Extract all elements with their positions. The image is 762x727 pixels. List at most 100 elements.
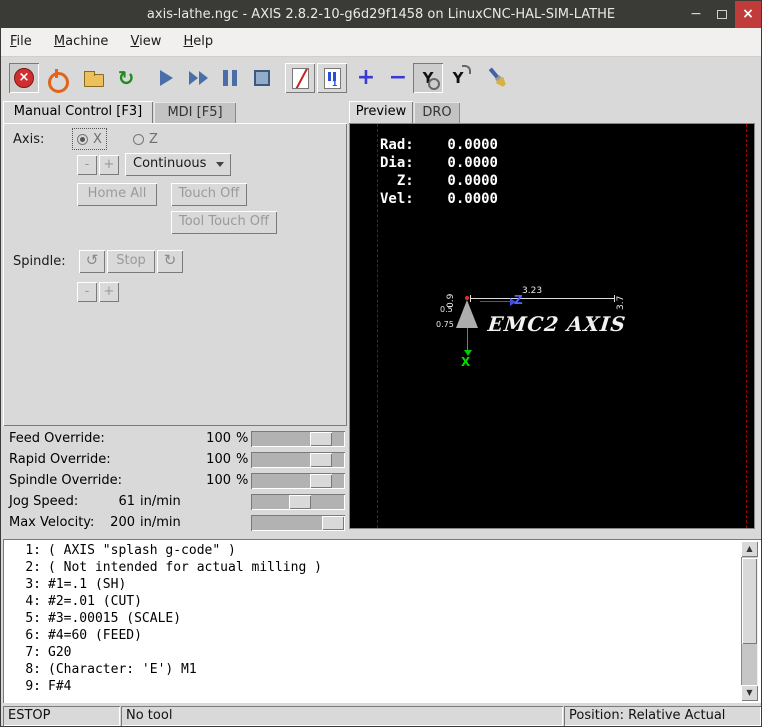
axis-window: axis-lathe.ngc - AXIS 2.8.2-10-g6d29f145… [0, 0, 762, 727]
spindle-override-slider[interactable] [251, 473, 345, 489]
axis-x-radio-label: X [93, 132, 102, 147]
open-file-button[interactable] [79, 63, 109, 93]
scroll-up-button[interactable]: ▲ [741, 541, 758, 557]
estop-button[interactable]: × [9, 63, 39, 93]
jog-mode-value: Continuous [133, 156, 206, 171]
dro-readout-line: Dia:0.0000 [380, 154, 498, 172]
tab-mdi[interactable]: MDI [F5] [154, 102, 236, 123]
dimension-label-a: 0.5 [440, 305, 453, 314]
gcode-line[interactable]: 8:(Character: 'E') M1 [7, 661, 737, 678]
rapid-override-unit: % [236, 450, 248, 470]
minimize-button[interactable]: − [683, 1, 709, 28]
jog-plus-button[interactable]: + [99, 155, 119, 175]
jog-mode-select[interactable]: Continuous [125, 153, 231, 176]
spindle-ccw-button[interactable]: ↺ [79, 250, 105, 273]
gcode-line[interactable]: 2:( Not intended for actual milling ) [7, 559, 737, 576]
tab-preview[interactable]: Preview [349, 101, 413, 123]
skip-lines-icon [292, 68, 309, 89]
axis-z-radio[interactable]: Z [129, 129, 162, 149]
view-y-button[interactable]: Y [413, 63, 443, 93]
gcode-line[interactable]: 4:#2=.01 (CUT) [7, 593, 737, 610]
jog-speed-handle[interactable] [289, 495, 311, 509]
gcode-lines: 1:( AXIS "splash g-code" ) 2:( Not inten… [7, 542, 737, 695]
close-button[interactable]: × [735, 1, 761, 28]
spindle-stop-button[interactable]: Stop [107, 250, 155, 273]
view-y2-button[interactable]: Y [443, 63, 473, 93]
jog-minus-button[interactable]: - [77, 155, 97, 175]
axis-x-radio[interactable]: X [73, 129, 106, 149]
pause-button[interactable] [215, 63, 245, 93]
optional-pause-one-label: 1 [332, 79, 338, 88]
status-tool: No tool [121, 706, 563, 726]
rapid-override-slider[interactable] [251, 452, 345, 468]
splash-text: EMC2 AXIS [487, 312, 628, 336]
gcode-scrollbar[interactable]: ▲ ▼ [741, 541, 758, 701]
clear-plot-button[interactable] [483, 63, 513, 93]
estop-icon: × [14, 68, 34, 88]
reload-icon: ↻ [118, 68, 135, 88]
pause-icon [223, 70, 237, 86]
optional-pause-icon: 1 [324, 68, 341, 89]
gcode-line[interactable]: 5:#3=.00015 (SCALE) [7, 610, 737, 627]
max-velocity-value: 200 [91, 513, 135, 533]
feed-override-unit: % [236, 429, 248, 449]
tab-dro[interactable]: DRO [414, 102, 460, 123]
menu-item-help[interactable]: Help [174, 28, 222, 56]
jog-speed-label: Jog Speed: [9, 492, 78, 512]
rapid-override-handle[interactable] [310, 453, 332, 467]
touch-off-button[interactable]: Touch Off [171, 183, 247, 206]
jog-speed-value: 61 [91, 492, 135, 512]
radio-z-circle [133, 134, 144, 145]
preview-canvas[interactable]: Rad:0.0000 Dia:0.0000 Z:0.0000 Vel:0.000… [349, 123, 755, 529]
scroll-down-button[interactable]: ▼ [741, 685, 758, 701]
spindle-minus-button[interactable]: - [77, 282, 97, 302]
maximize-button[interactable] [709, 1, 735, 28]
status-estop: ESTOP [3, 706, 120, 726]
jog-speed-slider[interactable] [251, 494, 345, 510]
feed-override-handle[interactable] [310, 432, 332, 446]
dimension-label-b: 0.75 [436, 320, 454, 329]
window-titlebar[interactable]: axis-lathe.ngc - AXIS 2.8.2-10-g6d29f145… [1, 1, 761, 28]
gcode-line[interactable]: 7:G20 [7, 644, 737, 661]
spindle-cw-button[interactable]: ↻ [157, 250, 183, 273]
feed-override-slider[interactable] [251, 431, 345, 447]
spindle-override-handle[interactable] [310, 474, 332, 488]
gcode-line[interactable]: 6:#4=60 (FEED) [7, 627, 737, 644]
optional-pause-toggle[interactable]: 1 [317, 63, 347, 93]
home-all-button[interactable]: Home All [77, 183, 157, 206]
skip-lines-toggle[interactable] [285, 63, 315, 93]
status-position: Position: Relative Actual [564, 706, 761, 726]
zoom-in-button[interactable]: + [351, 63, 381, 93]
dro-readout-line: Vel:0.0000 [380, 190, 498, 208]
spindle-plus-button[interactable]: + [99, 282, 119, 302]
feed-override-value: 100 [151, 429, 231, 449]
x-axis-line [467, 328, 468, 350]
axis-label: Axis: [13, 132, 44, 147]
scroll-thumb[interactable] [742, 558, 757, 644]
max-velocity-handle[interactable] [322, 516, 344, 530]
x-axis-label: X [461, 355, 470, 369]
jog-speed-unit: in/min [140, 492, 181, 512]
menu-item-machine[interactable]: Machine [45, 28, 117, 56]
max-velocity-slider[interactable] [251, 515, 345, 531]
dimension-label-width: 3.23 [522, 286, 542, 296]
run-button[interactable] [151, 63, 181, 93]
gcode-line[interactable]: 9:F#4 [7, 678, 737, 695]
limit-line-left [377, 124, 378, 528]
run-from-line-button[interactable] [183, 63, 213, 93]
gcode-line[interactable]: 1:( AXIS "splash g-code" ) [7, 542, 737, 559]
spindle-override-value: 100 [151, 471, 231, 491]
gcode-line[interactable]: 3:#1=.1 (SH) [7, 576, 737, 593]
step-icon [189, 71, 208, 85]
tab-manual-control[interactable]: Manual Control [F3] [3, 101, 153, 123]
folder-icon [84, 74, 104, 87]
spindle-override-row: Spindle Override: 100 % [1, 471, 347, 491]
reload-button[interactable]: ↻ [111, 63, 141, 93]
stop-button[interactable] [247, 63, 277, 93]
menu-item-file[interactable]: File [1, 28, 41, 56]
zoom-out-button[interactable]: − [383, 63, 413, 93]
machine-power-button[interactable] [41, 63, 71, 93]
tool-touch-off-button[interactable]: Tool Touch Off [171, 211, 277, 234]
menu-item-view[interactable]: View [121, 28, 170, 56]
max-velocity-row: Max Velocity: 200 in/min [1, 513, 347, 533]
